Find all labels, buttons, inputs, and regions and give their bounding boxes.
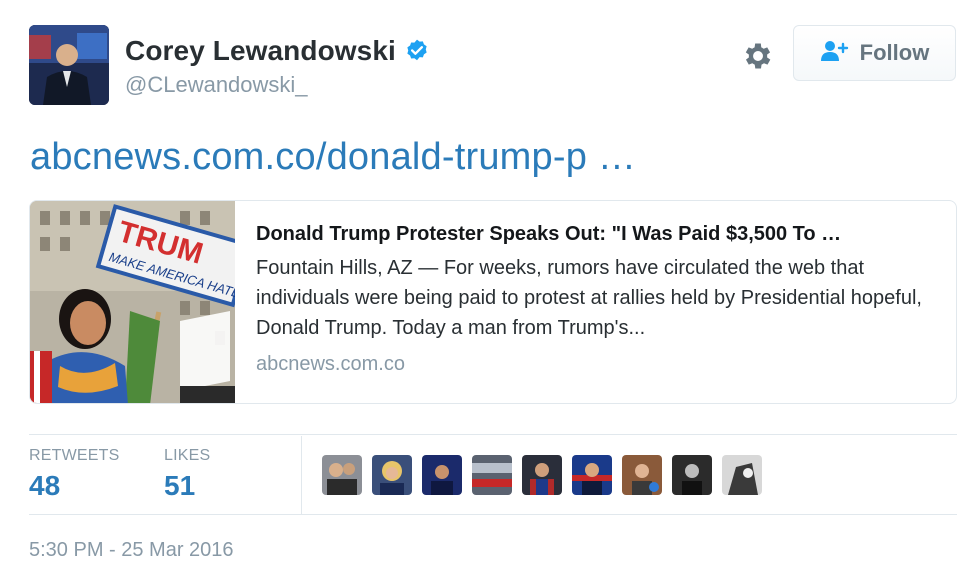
stats-separator [301, 436, 302, 514]
retweets-stat[interactable]: RETWEETS 48 [29, 446, 120, 502]
liker-avatars [322, 455, 762, 495]
liker-avatar[interactable] [472, 455, 512, 495]
verified-badge-icon [404, 38, 430, 64]
liker-avatar[interactable] [372, 455, 412, 495]
author-display-name[interactable]: Corey Lewandowski [125, 34, 396, 68]
author-name-row: Corey Lewandowski [125, 34, 430, 68]
liker-avatar[interactable] [672, 455, 712, 495]
liker-avatar[interactable] [422, 455, 462, 495]
author-info: Corey Lewandowski @CLewandowski_ [125, 34, 430, 98]
retweets-count: 48 [29, 470, 61, 501]
tweet-timestamp[interactable]: 5:30 PM - 25 Mar 2016 [29, 538, 234, 562]
tweet-link[interactable]: abcnews.com.co/donald-trump-p … [30, 135, 636, 179]
card-image[interactable]: TRUM MAKE AMERICA HATE [30, 201, 235, 403]
author-handle[interactable]: @CLewandowski_ [125, 72, 430, 98]
author-avatar[interactable] [29, 25, 109, 105]
card-body: Donald Trump Protester Speaks Out: "I Wa… [256, 221, 936, 377]
follow-label: Follow [859, 40, 930, 65]
likes-stat[interactable]: LIKES 51 [164, 446, 210, 502]
card-title[interactable]: Donald Trump Protester Speaks Out: "I Wa… [256, 221, 936, 247]
liker-avatar[interactable] [572, 455, 612, 495]
card-description: Fountain Hills, AZ — For weeks, rumors h… [256, 257, 922, 339]
link-card[interactable]: TRUM MAKE AMERICA HATE Donald Trump Prot… [29, 200, 957, 404]
add-user-icon [820, 40, 850, 67]
retweets-label: RETWEETS [29, 447, 120, 464]
likes-label: LIKES [164, 447, 211, 464]
liker-avatar[interactable] [322, 455, 362, 495]
liker-avatar[interactable] [622, 455, 662, 495]
stats-bottom-divider [29, 514, 957, 515]
gear-icon[interactable] [741, 39, 775, 73]
card-domain: abcnews.com.co [256, 353, 405, 375]
stats-top-divider [29, 434, 957, 435]
likes-count: 51 [164, 470, 196, 501]
liker-avatar[interactable] [522, 455, 562, 495]
follow-button[interactable]: Follow [793, 25, 956, 81]
liker-avatar[interactable] [722, 455, 762, 495]
